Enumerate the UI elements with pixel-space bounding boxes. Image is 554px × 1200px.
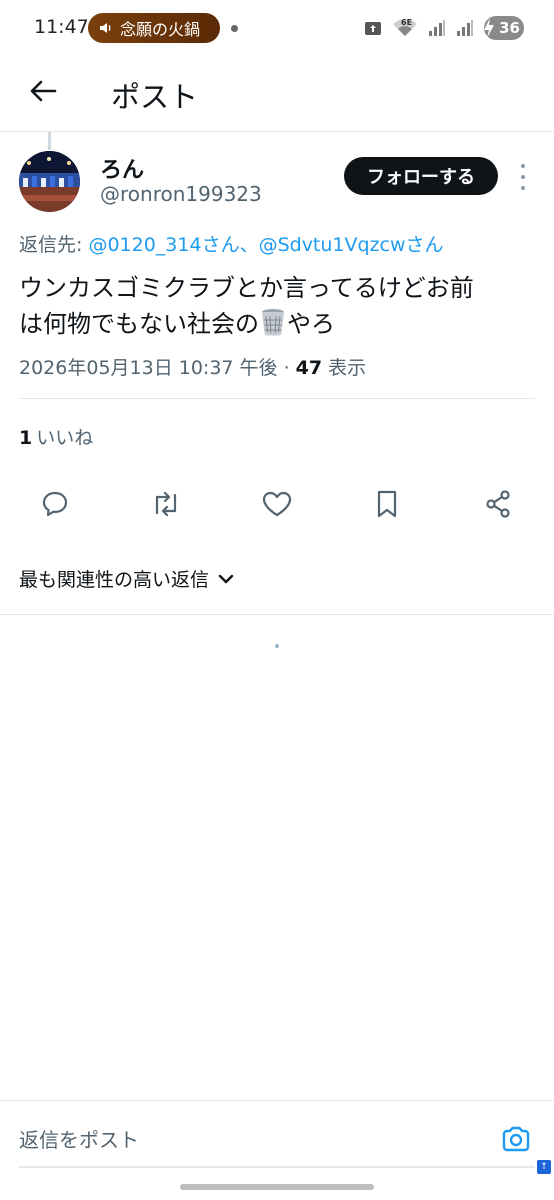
reply-button[interactable] (37, 486, 73, 522)
share-button[interactable] (480, 486, 516, 522)
battery-indicator: 36 (484, 16, 524, 40)
home-indicator[interactable] (180, 1184, 374, 1190)
post-text: ウンカスゴミクラブとか言ってるけどお前 は何物でもない社会の やろ (19, 270, 539, 342)
avatar[interactable] (19, 151, 80, 212)
heart-icon (262, 491, 292, 517)
reply-to-mentions[interactable]: @0120_314さん、@Sdvtu1Vqzcwさん (88, 234, 443, 256)
bookmark-icon (377, 490, 397, 518)
chevron-down-icon (218, 574, 234, 583)
reply-sort-label: 最も関連性の高い返信 (19, 569, 210, 591)
battery-level: 36 (499, 19, 520, 37)
reply-to-prefix: 返信先: (19, 234, 89, 256)
post-meta: 2026年05月13日 10:37 午後 · 47 表示 (19, 353, 366, 380)
top-app-bar: ポスト (0, 58, 554, 132)
network-label: 6E (401, 18, 413, 27)
status-time: 11:47 (34, 16, 89, 38)
views-count[interactable]: 47 (296, 357, 322, 379)
system-icons: 6E 36 (364, 16, 524, 40)
signal-icon (429, 20, 445, 36)
comment-icon (42, 491, 68, 517)
post-timestamp: 2026年05月13日 10:37 午後 · (19, 357, 296, 379)
bookmark-button[interactable] (369, 486, 405, 522)
likes-summary[interactable]: 1 いいね (19, 423, 93, 450)
post-text-line-1: ウンカスゴミクラブとか言ってるけどお前 (19, 274, 474, 302)
more-dot (521, 186, 525, 190)
reply-sort-selector[interactable]: 最も関連性の高い返信 (19, 565, 235, 592)
status-bar: 11:47 念願の火鍋 6E 36 (0, 0, 554, 58)
divider (0, 614, 554, 615)
retweet-icon (155, 491, 177, 517)
more-dot (521, 175, 525, 179)
loading-indicator (275, 644, 279, 648)
views-label: 表示 (322, 357, 367, 379)
author-display-name[interactable]: ろん (100, 152, 144, 184)
upload-badge-icon: ↑ (537, 1160, 551, 1174)
composer-divider (0, 1100, 554, 1101)
likes-count: 1 (19, 427, 33, 449)
share-icon (486, 490, 510, 518)
author-handle[interactable]: @ronron199323 (100, 182, 262, 206)
thread-connector-line (48, 132, 51, 150)
back-button[interactable] (26, 74, 60, 108)
more-dot (521, 164, 525, 168)
camera-icon (502, 1126, 530, 1152)
post-text-before-emoji: は何物でもない社会の (19, 310, 259, 338)
arrow-left-icon (30, 80, 57, 102)
reply-input[interactable] (19, 1122, 479, 1158)
repost-button[interactable] (148, 486, 184, 522)
divider (19, 398, 535, 399)
charging-bolt-icon (484, 18, 494, 38)
upload-notification-icon (365, 22, 381, 35)
wifi-icon: 6E (392, 18, 418, 38)
signal-icon-2 (457, 20, 473, 36)
notification-dot-icon (231, 25, 238, 32)
reply-to-line: 返信先: @0120_314さん、@Sdvtu1Vqzcwさん (19, 230, 444, 257)
like-button[interactable] (259, 486, 295, 522)
post-text-line-2: は何物でもない社会の やろ (19, 306, 539, 342)
media-notification-pill[interactable]: 念願の火鍋 (88, 13, 220, 43)
stadium-photo-avatar (19, 151, 80, 212)
media-title: 念願の火鍋 (120, 20, 201, 39)
composer-underline (19, 1166, 535, 1168)
follow-button[interactable]: フォローする (344, 157, 498, 195)
wastebasket-emoji-icon (262, 309, 284, 336)
more-options-button[interactable] (513, 164, 533, 190)
speaker-icon (100, 23, 111, 33)
post-text-after-emoji: やろ (287, 310, 335, 338)
likes-label: いいね (36, 427, 94, 449)
camera-button[interactable] (499, 1122, 533, 1156)
page-title: ポスト (111, 80, 199, 114)
